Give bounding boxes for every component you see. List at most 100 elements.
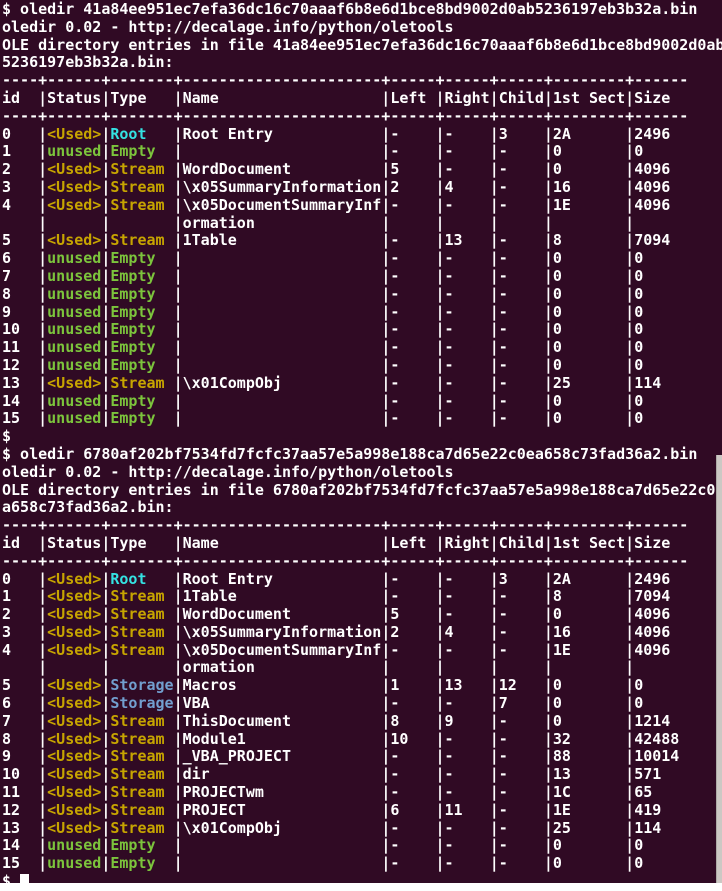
row-id: 5: [2, 231, 38, 249]
separator: |: [544, 641, 553, 659]
sect-value: 0: [553, 694, 625, 712]
size-value: 0: [634, 392, 688, 410]
separator: |: [381, 142, 390, 160]
separator: |: [544, 819, 553, 837]
size-value: 42488: [634, 730, 688, 748]
left-value: 10: [390, 730, 435, 748]
separator: |: [436, 267, 445, 285]
separator: |: [544, 160, 553, 178]
table-separator: ----+------+-------+--------------------…: [2, 107, 688, 125]
separator: |: [381, 231, 390, 249]
row-id: 2: [2, 605, 38, 623]
version-line: oledir 0.02 - http://decalage.info/pytho…: [2, 19, 722, 37]
size-value: 0: [634, 409, 688, 427]
separator: |: [436, 836, 445, 854]
separator: |: [625, 658, 634, 676]
status-value: <Used>: [47, 694, 101, 712]
separator: |: [174, 836, 183, 854]
separator: |: [436, 249, 445, 267]
separator: |: [381, 730, 390, 748]
separator: |: [38, 658, 47, 676]
table-separator: ----+------+-------+--------------------…: [2, 517, 722, 535]
child-value: 3: [499, 570, 544, 588]
terminal-window: $ oledir 41a84ee951ec7efa36dc16c70aaaf6b…: [0, 0, 722, 883]
separator: |: [381, 285, 390, 303]
separator: |: [174, 196, 183, 214]
size-value: 7094: [634, 231, 688, 249]
terminal-screen[interactable]: $ oledir 41a84ee951ec7efa36dc16c70aaaf6b…: [0, 0, 722, 891]
separator: |: [625, 623, 634, 641]
size-value: 4096: [634, 196, 688, 214]
separator: |: [38, 587, 47, 605]
separator: |: [381, 125, 390, 143]
separator: |: [38, 641, 47, 659]
separator: |: [38, 801, 47, 819]
left-value: -: [390, 409, 435, 427]
status-value: <Used>: [47, 765, 101, 783]
size-value: 4096: [634, 178, 688, 196]
sect-value: 8: [553, 231, 625, 249]
name-value: 1Table: [183, 231, 382, 249]
separator: |: [436, 623, 445, 641]
separator: |: [38, 570, 47, 588]
child-value: -: [499, 641, 544, 659]
name-value: ThisDocument: [183, 712, 382, 730]
separator: |: [381, 338, 390, 356]
status-value: unused: [47, 338, 101, 356]
left-value: -: [390, 854, 435, 872]
name-value: \x05DocumentSummaryInf: [183, 641, 382, 659]
status-value: <Used>: [47, 231, 101, 249]
child-value: -: [499, 712, 544, 730]
separator: |: [38, 285, 47, 303]
left-value: -: [390, 392, 435, 410]
scrollbar-thumb[interactable]: [716, 455, 722, 883]
type-value: Stream: [110, 819, 173, 837]
separator: |: [625, 285, 634, 303]
table-row: 8 |unused|Empty | |- |- |- |0 |0: [2, 286, 722, 304]
type-value: Stream: [110, 783, 173, 801]
separator: |: [436, 374, 445, 392]
command-line: $ oledir 41a84ee951ec7efa36dc16c70aaaf6b…: [2, 1, 722, 19]
table-separator: ----+------+-------+--------------------…: [2, 108, 722, 126]
size-value: 0: [634, 320, 688, 338]
child-value: 7: [499, 694, 544, 712]
separator: |: [436, 641, 445, 659]
size-value: 0: [634, 249, 688, 267]
child-value: -: [499, 730, 544, 748]
sect-value: 88: [553, 747, 625, 765]
separator: |: [544, 125, 553, 143]
right-value: [445, 658, 490, 676]
status-value: <Used>: [47, 783, 101, 801]
separator: |: [381, 765, 390, 783]
type-value: Stream: [110, 730, 173, 748]
separator: |: [38, 854, 47, 872]
sect-value: 2A: [553, 570, 625, 588]
row-id: 14: [2, 392, 38, 410]
sect-value: 1C: [553, 783, 625, 801]
separator: |: [38, 196, 47, 214]
size-value: 0: [634, 303, 688, 321]
child-value: -: [499, 249, 544, 267]
separator: |: [625, 142, 634, 160]
separator: |: [436, 196, 445, 214]
left-value: -: [390, 125, 435, 143]
right-value: -: [445, 854, 490, 872]
separator: |: [544, 214, 553, 232]
separator: |: [38, 605, 47, 623]
child-value: -: [499, 374, 544, 392]
table-header: id |Status|Type |Name |Left |Right|Child…: [2, 90, 722, 108]
separator: |: [38, 249, 47, 267]
separator: |: [174, 303, 183, 321]
sect-value: 16: [553, 178, 625, 196]
child-value: -: [499, 765, 544, 783]
separator: |: [625, 196, 634, 214]
separator: |: [544, 267, 553, 285]
type-value: Stream: [110, 605, 173, 623]
separator: |: [436, 320, 445, 338]
separator: |: [38, 178, 47, 196]
sect-value: 1E: [553, 641, 625, 659]
status-value: <Used>: [47, 178, 101, 196]
separator: |: [625, 249, 634, 267]
table-row: 11 |<Used>|Stream |PROJECTwm |- |- |- |1…: [2, 784, 722, 802]
separator: |: [625, 712, 634, 730]
